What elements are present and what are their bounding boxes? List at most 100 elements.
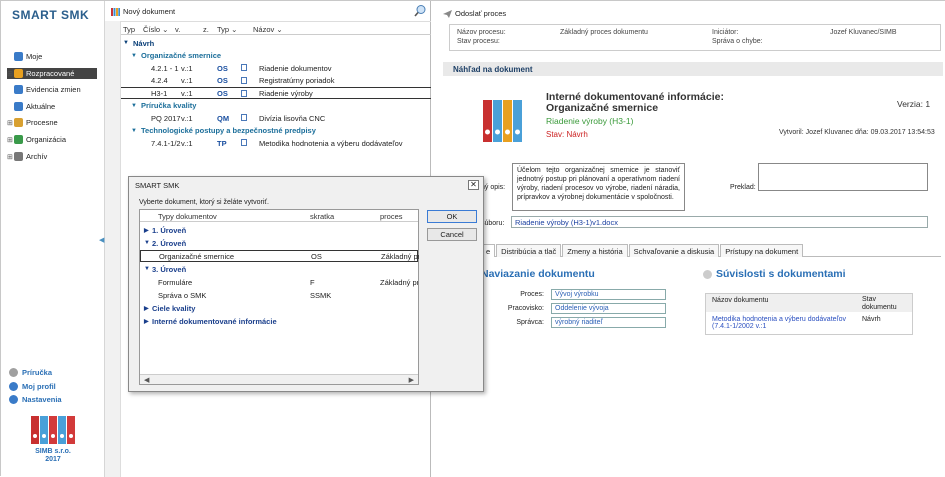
scroll-right-icon[interactable]: ▶	[409, 376, 414, 384]
doc-title: Registratúrny poriadok	[259, 76, 335, 85]
expand-arrow-icon[interactable]: ▶	[144, 227, 149, 234]
document-row[interactable]: 4.2.1 - 1 v.:1 OS Riadenie dokumentov	[121, 62, 431, 74]
workplace-field[interactable]: Oddelenie vývoja	[551, 303, 666, 314]
dialog-close-icon[interactable]: ✕	[468, 180, 479, 190]
doc-version: v.:1	[181, 63, 193, 73]
col-cislo[interactable]: Číslo ⌄	[143, 25, 168, 34]
expand-icon[interactable]: ⊞	[7, 136, 14, 144]
sidebar-bottom-link[interactable]: Príručka	[9, 367, 52, 377]
sidebar-item[interactable]: Moje	[7, 51, 42, 62]
doc-version: v.:1	[181, 88, 193, 98]
collapse-icon[interactable]: ▼	[131, 53, 137, 59]
group-row[interactable]: ▼ Návrh	[121, 37, 431, 49]
new-document-icon	[111, 7, 120, 16]
document-row[interactable]: 7.4.1-1/2 v.:1 TP Metodika hodnotenia a výb…	[121, 137, 431, 149]
document-row[interactable]: H3-1 v.:1 OS Riadenie výroby	[121, 87, 431, 99]
col-nazov[interactable]: Názov ⌄	[253, 25, 283, 34]
sidebar-item[interactable]: ⊞ Procesne	[7, 117, 58, 128]
group-row[interactable]: ▼ Organizačné smernice	[121, 50, 431, 62]
ok-button[interactable]: OK	[427, 210, 477, 223]
expand-arrow-icon[interactable]: ▶	[144, 318, 149, 325]
administrator-label: Správca:	[516, 319, 544, 326]
expand-icon[interactable]: ⊞	[7, 153, 14, 161]
expand-arrow-icon[interactable]: ▼	[144, 266, 150, 272]
doc-number: 4.2.1 - 1	[151, 63, 179, 73]
nav-item-icon	[14, 118, 23, 127]
expand-icon[interactable]: ⊞	[7, 119, 14, 127]
process-state-label: Stav procesu:	[457, 38, 500, 45]
sidebar-bottom-link[interactable]: Nastavenia	[9, 394, 62, 404]
expand-arrow-icon[interactable]: ▶	[144, 305, 149, 312]
sidebar-item[interactable]: ⊞ Archív	[7, 151, 47, 162]
col-z[interactable]: z.	[203, 25, 209, 34]
document-type-item[interactable]: Správa o SMK SSMK	[140, 289, 418, 301]
process-info-box: Názov procesu: Základný proces dokumentu…	[449, 24, 941, 51]
detail-tab[interactable]: Prístupy na dokument	[720, 244, 804, 257]
detail-tab[interactable]: Zmeny a história	[562, 244, 628, 257]
document-type-item[interactable]: Organizačné smernice OS Základný pr	[140, 250, 419, 262]
type-process: Základný pr	[381, 251, 419, 261]
process-name-label: Názov procesu:	[457, 29, 506, 36]
sidebar-item[interactable]: ⊞ Rozpracované	[7, 68, 97, 79]
detail-tab[interactable]: Schvaľovanie a diskusia	[628, 244, 720, 257]
document-icon	[241, 139, 247, 146]
expand-icon[interactable]: ⊞	[7, 70, 14, 78]
sidebar-item[interactable]: ⊞ Organizácia	[7, 134, 66, 145]
document-row[interactable]: 4.2.4 v.:1 OS Registratúrny poriadok	[121, 75, 431, 87]
document-type-group[interactable]: ▶ Interné dokumentované informácie	[140, 315, 418, 327]
col-typ[interactable]: Typ	[123, 25, 135, 34]
doc-number: PQ 2017	[151, 113, 181, 123]
doc-type: OS	[217, 63, 228, 73]
related-document-state: Návrh	[862, 316, 881, 323]
detail-tab[interactable]: Distribúcia a tlač	[496, 244, 562, 257]
preview-header: Náhľad na dokument	[443, 62, 943, 76]
col-document-name: Názov dokumentu	[712, 297, 769, 304]
new-document-button[interactable]: Nový dokument	[111, 7, 175, 16]
document-type-item[interactable]: Formuláre F Základný pr	[140, 276, 418, 288]
administrator-field[interactable]: výrobný riaditeľ	[551, 317, 666, 328]
horizontal-scrollbar[interactable]: ◀ ▶	[140, 374, 418, 384]
link-icon	[9, 394, 18, 404]
process-field[interactable]: Vývoj výrobku	[551, 289, 666, 300]
col-nazov-label: Názov	[253, 25, 275, 34]
collapse-icon[interactable]: ▼	[131, 103, 137, 109]
initiator-label: Iniciátor:	[712, 29, 739, 36]
expand-arrow-icon[interactable]: ▼	[144, 240, 150, 246]
send-icon	[443, 9, 452, 18]
group-row[interactable]: ▼ Príručka kvality	[121, 100, 431, 112]
search-icon[interactable]	[414, 4, 427, 17]
description-field[interactable]: Účelom tejto organizačnej smernice je st…	[512, 163, 685, 211]
send-process-button[interactable]: Odoslať proces	[443, 9, 506, 18]
group-label: Ciele kvality	[152, 303, 196, 313]
document-row[interactable]: PQ 2017 v.:1 QM Divízia lisovňa CNC	[121, 112, 431, 124]
type-abbreviation: SSMK	[310, 290, 332, 300]
sidebar-item-label: Rozpracované	[26, 69, 75, 78]
document-type-group[interactable]: ▼ 2. Úroveň	[140, 237, 418, 249]
translation-field[interactable]	[758, 163, 928, 191]
collapse-icon[interactable]: ▼	[131, 128, 137, 134]
group-row[interactable]: ▼ Technologické postupy a bezpečnostné pr…	[121, 125, 431, 137]
error-report-label: Správa o chybe:	[712, 38, 763, 45]
sidebar-item[interactable]: Aktuálne	[7, 101, 55, 112]
collapse-icon[interactable]: ▼	[123, 40, 129, 46]
doc-number: H3-1	[151, 88, 168, 98]
col-typ2[interactable]: Typ ⌄	[217, 25, 237, 34]
process-label: Proces:	[520, 291, 544, 298]
document-type-group[interactable]: ▶ Ciele kvality	[140, 302, 418, 314]
relations-table: Názov dokumentu Stav dokumentu Metodika …	[705, 293, 913, 335]
document-icon	[241, 90, 247, 97]
nav-item-icon	[14, 152, 23, 161]
related-document-link[interactable]: Metodika hodnotenia a výberu dodávateľov…	[712, 316, 846, 330]
document-type-group[interactable]: ▶ 1. Úroveň	[140, 224, 418, 236]
document-state: Stav: Návrh	[546, 130, 588, 139]
scroll-left-icon[interactable]: ◀	[144, 376, 149, 384]
sidebar-bottom-link[interactable]: Moj profil	[9, 381, 56, 391]
collapse-left-icon[interactable]: ◀	[99, 236, 104, 244]
relations-title: Súvislosti s dokumentami	[703, 268, 846, 280]
document-type-group[interactable]: ▼ 3. Úroveň	[140, 263, 418, 275]
col-v[interactable]: v.	[175, 25, 180, 34]
type-name: Organizačné smernice	[159, 251, 235, 261]
sidebar-item[interactable]: Evidencia zmien	[7, 84, 81, 95]
file-link[interactable]: Riadenie výroby (H3-1)v1.docx	[511, 216, 928, 228]
cancel-button[interactable]: Cancel	[427, 228, 477, 241]
